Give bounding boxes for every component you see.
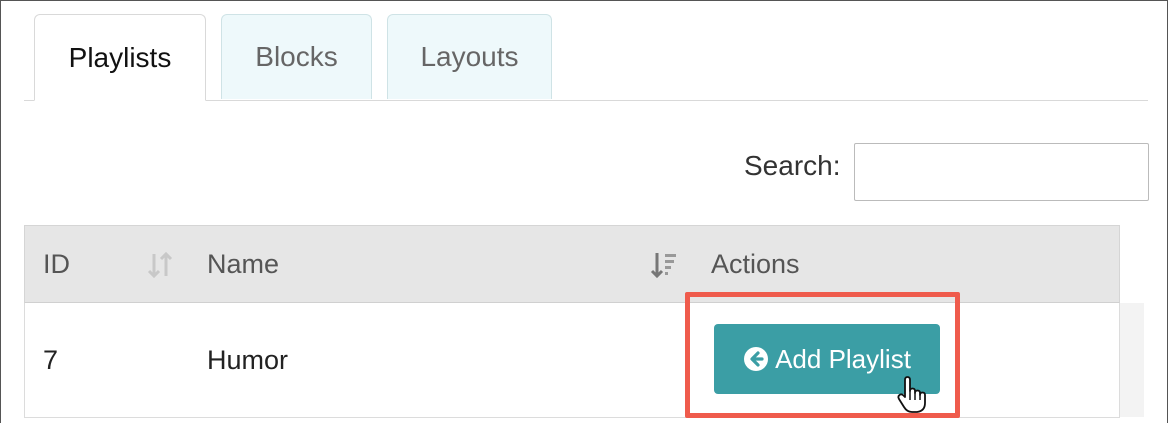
row-id: 7 [43,344,59,375]
tab-layouts-label: Layouts [420,41,519,72]
sort-alpha-down-icon[interactable] [649,250,679,280]
search-input[interactable] [854,143,1149,201]
column-header-name[interactable]: Name [207,226,279,302]
tab-bar: Playlists Blocks Layouts [24,14,1148,101]
column-header-id[interactable]: ID [43,226,70,302]
hand-pointer-cursor-icon [897,376,926,413]
table-scroll-edge [1120,303,1144,417]
add-playlist-label: Add Playlist [775,343,911,374]
search-label: Search: [744,150,841,181]
tab-playlists-label: Playlists [68,41,172,73]
tab-blocks-label: Blocks [255,41,338,72]
row-name: Humor [207,344,289,375]
sort-both-icon[interactable] [145,250,175,280]
column-header-actions: Actions [711,248,800,279]
arrow-circle-left-icon [744,347,769,371]
tab-blocks[interactable]: Blocks [221,14,372,99]
tab-playlists[interactable]: Playlists [34,14,206,101]
tab-layouts[interactable]: Layouts [387,14,552,99]
